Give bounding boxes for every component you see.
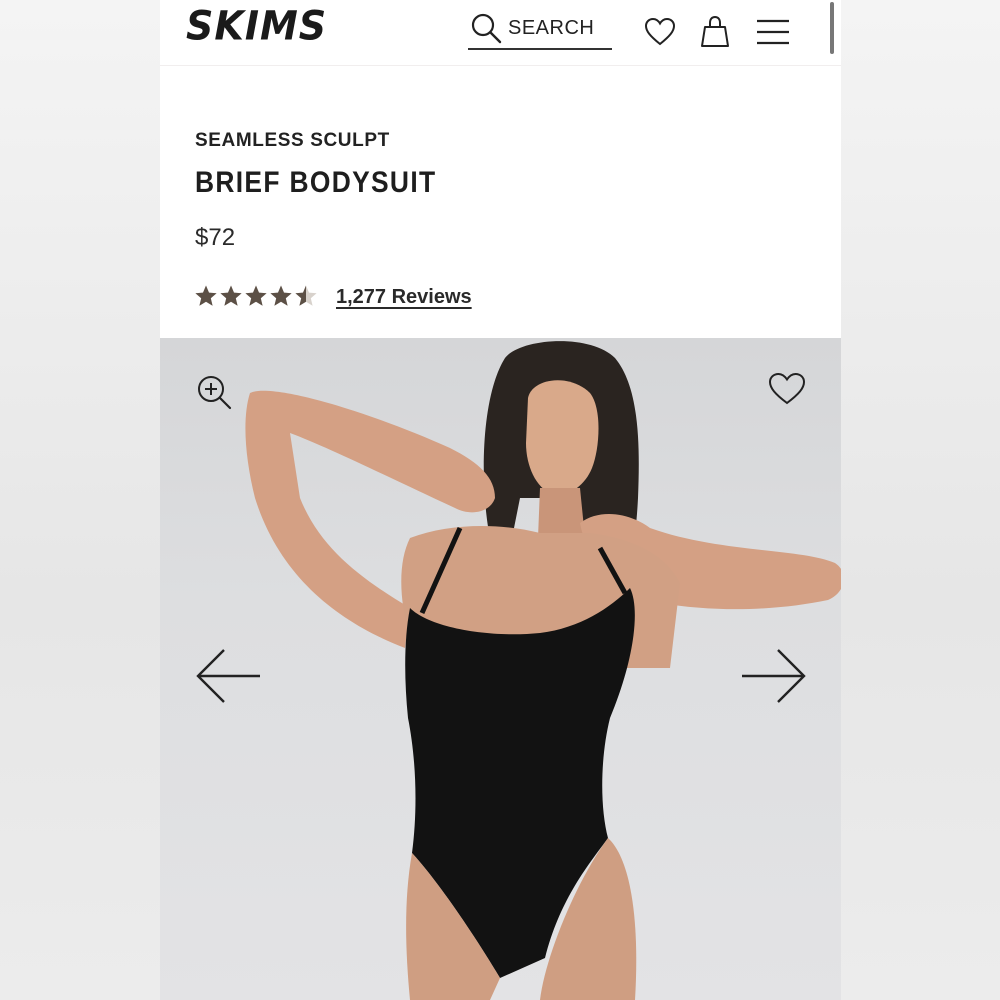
site-header: SKIMS SEARCH (160, 0, 841, 66)
cart-button[interactable] (697, 14, 733, 50)
heart-icon (644, 17, 676, 46)
rating-stars (194, 284, 318, 308)
menu-button[interactable] (755, 14, 791, 50)
previous-image-button[interactable] (194, 646, 264, 706)
product-collection: SEAMLESS SCULPT (195, 130, 390, 151)
menu-icon (757, 19, 789, 45)
shopping-bag-icon (701, 15, 729, 47)
reviews-link[interactable]: 1,277 Reviews (336, 286, 472, 309)
product-image-gallery[interactable] (160, 338, 841, 1000)
favorite-button[interactable] (768, 372, 808, 412)
star-icon (295, 285, 317, 306)
arrow-left-icon (196, 649, 260, 703)
scrollbar[interactable] (830, 2, 834, 54)
zoom-in-icon (198, 376, 232, 410)
search-input[interactable]: SEARCH (468, 8, 612, 50)
product-price: $72 (195, 224, 236, 251)
background-left (0, 0, 160, 1000)
search-icon (468, 10, 504, 46)
next-image-button[interactable] (738, 646, 808, 706)
wishlist-button[interactable] (642, 14, 678, 50)
star-icon (220, 285, 242, 306)
zoom-button[interactable] (194, 372, 234, 412)
mobile-page: SKIMS SEARCH SEAMLESS SCULPT BRIEF BODYS… (160, 0, 841, 1000)
brand-logo[interactable]: SKIMS (186, 3, 327, 49)
star-icon (245, 285, 267, 306)
star-icon (270, 285, 292, 306)
heart-icon (768, 372, 806, 405)
star-icon (195, 285, 217, 306)
search-label: SEARCH (508, 16, 595, 39)
arrow-right-icon (742, 649, 806, 703)
background-right (841, 0, 1000, 1000)
product-title: BRIEF BODYSUIT (195, 166, 437, 199)
product-info: SEAMLESS SCULPT BRIEF BODYSUIT $72 1,277… (160, 66, 841, 338)
